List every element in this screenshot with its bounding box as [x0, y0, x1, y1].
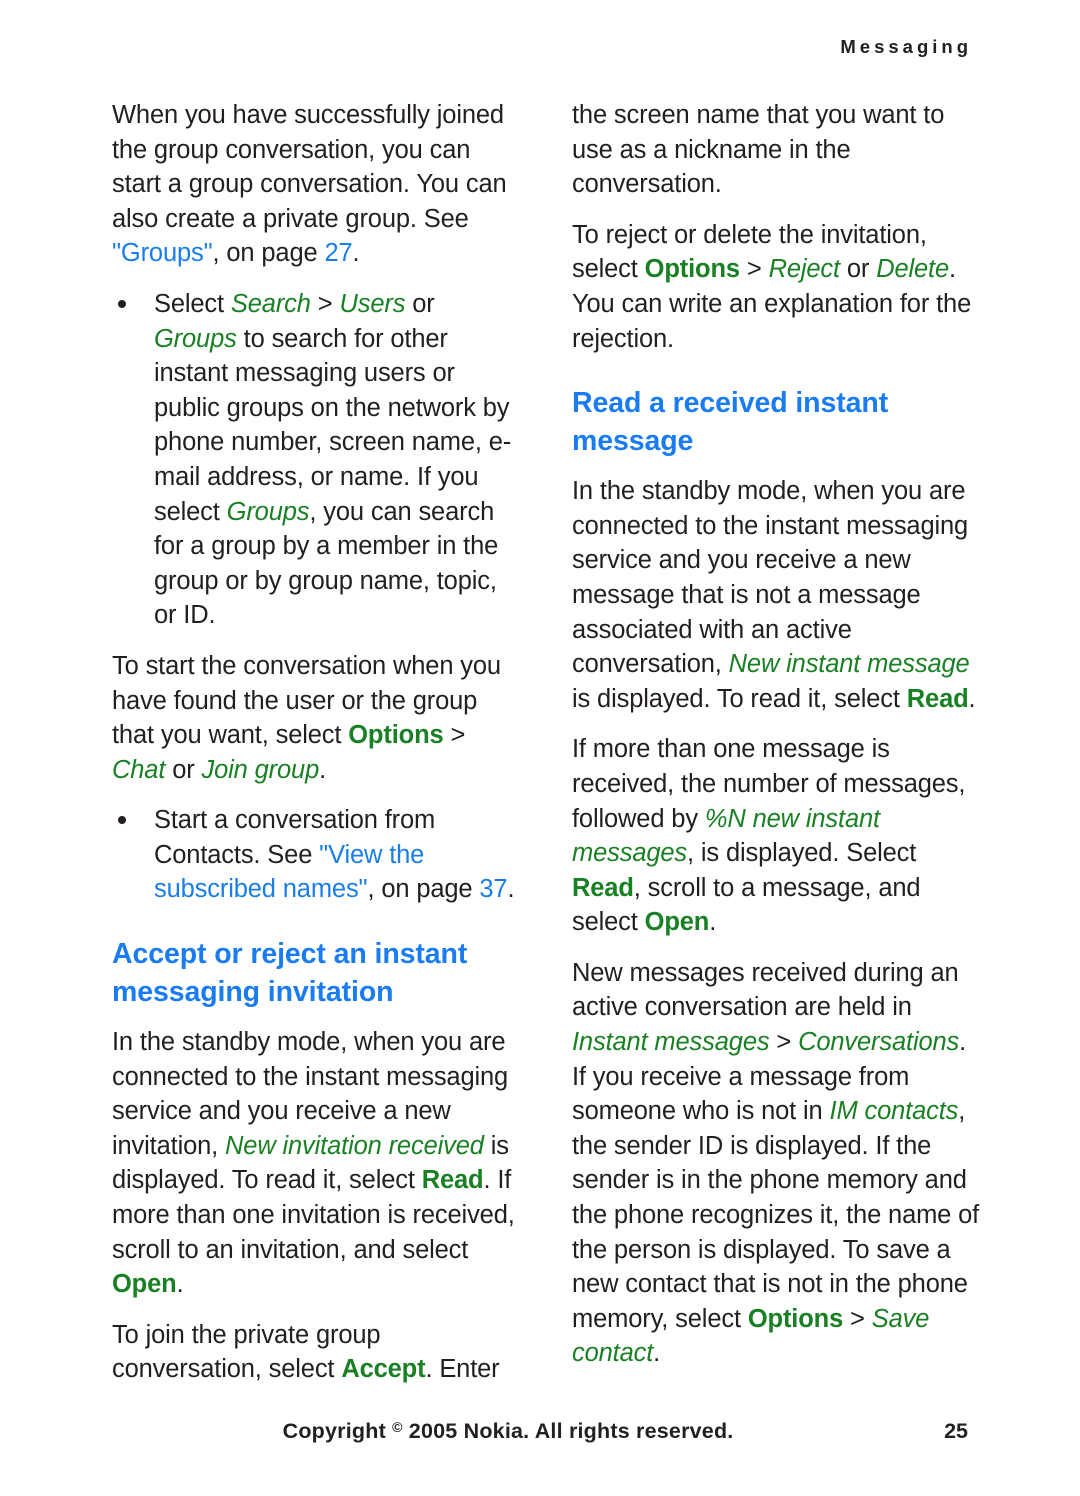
text-run: Select	[154, 289, 231, 318]
text-run: . Enter	[425, 1355, 500, 1384]
menu-separator: >	[443, 721, 466, 750]
text-run: or	[405, 289, 435, 318]
left-column: When you have successfully joined the gr…	[112, 98, 524, 1403]
text-run: or	[165, 755, 202, 784]
text-run: .	[352, 239, 360, 268]
bullet-list-contacts: Start a conversation from Contacts. See …	[112, 803, 524, 907]
paragraph-reject-or-delete: To reject or delete the invitation, sele…	[572, 218, 984, 356]
document-page: Messaging When you have successfully joi…	[0, 0, 1080, 1496]
xref-page-37[interactable]: 37	[479, 875, 507, 903]
ui-term-accept: Accept	[341, 1355, 426, 1384]
text-run: is displayed. To read it, select	[572, 684, 907, 713]
xref-groups[interactable]: "Groups"	[112, 239, 213, 267]
ui-term-instant-messages: Instant messages	[572, 1028, 770, 1057]
text-run: .	[319, 755, 327, 784]
paragraph-join-private-group: To join the private group conversation, …	[112, 1318, 524, 1387]
text-run: , on page	[367, 875, 480, 904]
text-run: , is displayed. Select	[687, 839, 917, 868]
text-run: 2005 Nokia. All rights reserved.	[402, 1419, 734, 1443]
menu-separator: >	[739, 255, 769, 284]
paragraph-standby-invitation: In the standby mode, when you are connec…	[112, 1025, 524, 1302]
text-run: New messages received during an active c…	[572, 958, 959, 1022]
text-run: .	[968, 684, 976, 713]
heading-read-received-instant-message: Read a received instant message	[572, 387, 889, 458]
running-header: Messaging	[840, 36, 972, 57]
bullet-list-search: Select Search > Users or Groups to searc…	[112, 287, 524, 633]
ui-term-im-contacts: IM contacts	[829, 1097, 959, 1126]
ui-term-read: Read	[572, 873, 634, 902]
xref-page-27[interactable]: 27	[324, 239, 352, 267]
menu-separator: >	[843, 1304, 872, 1333]
heading-accept-or-reject-invitation: Accept or reject an instant messaging in…	[112, 938, 468, 1009]
list-item: Select Search > Users or Groups to searc…	[112, 287, 524, 633]
ui-term-open: Open	[112, 1270, 177, 1299]
text-run: to search for other instant messaging us…	[154, 324, 512, 526]
ui-term-reject: Reject	[768, 255, 841, 284]
ui-term-users: Users	[339, 289, 406, 318]
menu-separator: >	[310, 289, 340, 318]
text-run: .	[176, 1270, 184, 1299]
ui-term-conversations: Conversations	[798, 1028, 960, 1057]
paragraph-active-conversation-messages: New messages received during an active c…	[572, 956, 984, 1371]
ui-term-new-invitation-received: New invitation received	[225, 1131, 484, 1160]
paragraph-standby-new-message: In the standby mode, when you are connec…	[572, 474, 984, 716]
ui-term-groups: Groups	[154, 324, 237, 353]
paragraph-screen-name-continued: the screen name that you want to use as …	[572, 101, 945, 199]
ui-term-read: Read	[421, 1166, 484, 1195]
ui-term-chat: Chat	[112, 755, 166, 784]
ui-term-new-instant-message: New instant message	[728, 650, 970, 679]
text-run: .	[653, 1339, 661, 1368]
text-run: , on page	[212, 239, 325, 268]
text-run: In the standby mode, when you are connec…	[572, 477, 969, 679]
ui-term-search: Search	[230, 289, 311, 318]
right-column: the screen name that you want to use as …	[572, 98, 984, 1387]
paragraph-multiple-messages: If more than one message is received, th…	[572, 732, 984, 940]
copyright-symbol-icon: ©	[392, 1419, 403, 1435]
text-run: .	[507, 875, 515, 904]
text-run: Copyright	[282, 1419, 393, 1443]
ui-term-delete: Delete	[876, 255, 950, 284]
paragraph-start-conversation: To start the conversation when you have …	[112, 649, 524, 787]
two-column-body: When you have successfully joined the gr…	[112, 98, 984, 1403]
ui-term-join-group: Join group	[201, 755, 320, 784]
bullet-dot-icon	[118, 299, 126, 308]
menu-separator: >	[769, 1028, 799, 1057]
copyright-notice: Copyright © 2005 Nokia. All rights reser…	[112, 1419, 944, 1444]
ui-term-open: Open	[644, 908, 710, 937]
text-run: When you have successfully joined the gr…	[112, 101, 507, 233]
ui-term-groups-2: Groups	[226, 497, 310, 526]
page-number: 25	[944, 1419, 968, 1443]
ui-term-read: Read	[906, 684, 969, 713]
ui-term-options: Options	[644, 255, 740, 284]
text-run: or	[839, 255, 877, 284]
ui-term-options: Options	[348, 721, 444, 750]
text-run: , the sender ID is displayed. If the sen…	[572, 1097, 980, 1333]
text-run: .	[709, 908, 717, 937]
list-item: Start a conversation from Contacts. See …	[112, 803, 524, 907]
paragraph-group-conversation: When you have successfully joined the gr…	[112, 98, 524, 271]
ui-term-options: Options	[747, 1304, 844, 1333]
bullet-dot-icon	[118, 816, 126, 825]
page-footer: Copyright © 2005 Nokia. All rights reser…	[112, 1419, 968, 1444]
